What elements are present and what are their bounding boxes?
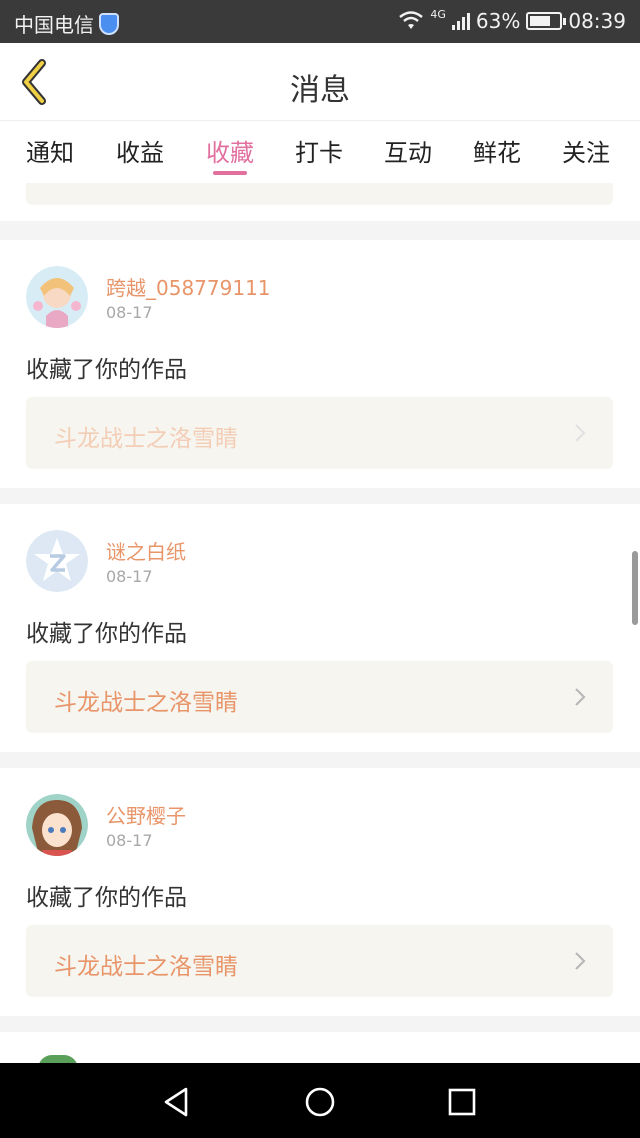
timestamp: 08-17: [106, 567, 153, 586]
username[interactable]: 跨越_058779111: [106, 272, 271, 301]
timestamp: 08-17: [106, 831, 153, 850]
list-item: [0, 183, 640, 221]
work-link[interactable]: 斗龙战士之洛雪睛: [26, 925, 613, 997]
app-header: 消息: [0, 43, 640, 121]
tab-checkin[interactable]: 打卡: [295, 133, 343, 168]
username[interactable]: 谜之白纸: [106, 536, 186, 565]
tab-interaction[interactable]: 互动: [384, 133, 432, 168]
tab-earnings[interactable]: 收益: [116, 133, 164, 168]
work-link[interactable]: [26, 183, 613, 205]
wifi-icon: [399, 11, 424, 29]
user-avatar[interactable]: [26, 266, 88, 328]
system-nav-bar: [0, 1063, 640, 1138]
nav-recent-apps-icon[interactable]: [445, 1085, 479, 1119]
work-link[interactable]: 斗龙战士之洛雪睛: [26, 661, 613, 733]
signal-icon: [451, 12, 470, 30]
work-title: 斗龙战士之洛雪睛: [54, 426, 238, 452]
scrollbar[interactable]: [632, 551, 638, 625]
list-item: 公野樱子 08-17 收藏了你的作品 斗龙战士之洛雪睛: [0, 768, 640, 1016]
chevron-right-icon: [575, 688, 586, 706]
tab-favorites[interactable]: 收藏: [206, 133, 254, 168]
message-text: 收藏了你的作品: [26, 885, 187, 911]
battery-percent: 63%: [475, 9, 521, 33]
status-bar: 中国电信 4G 63% 08:39: [0, 0, 640, 43]
network-type: 4G: [430, 7, 446, 21]
chevron-right-icon: [575, 424, 586, 442]
active-tab-indicator: [213, 171, 247, 175]
user-avatar[interactable]: [26, 530, 88, 592]
tab-bar: 通知 收益 收藏 打卡 互动 鲜花 关注: [0, 121, 640, 183]
list-item: 谜之白纸 08-17 收藏了你的作品 斗龙战士之洛雪睛: [0, 504, 640, 752]
work-title: 斗龙战士之洛雪睛: [54, 690, 238, 716]
nav-back-icon[interactable]: [160, 1085, 194, 1119]
tab-flowers[interactable]: 鲜花: [473, 133, 521, 168]
tab-notice[interactable]: 通知: [26, 133, 74, 168]
chevron-right-icon: [575, 952, 586, 970]
username[interactable]: 公野樱子: [106, 800, 186, 829]
work-link[interactable]: 斗龙战士之洛雪睛: [26, 397, 613, 469]
nav-home-icon[interactable]: [303, 1085, 337, 1119]
page-title: 消息: [290, 73, 350, 108]
timestamp: 08-17: [106, 303, 153, 322]
list-item: 跨越_058779111 08-17 收藏了你的作品 斗龙战士之洛雪睛: [0, 240, 640, 488]
message-text: 收藏了你的作品: [26, 357, 187, 383]
security-shield-icon: [99, 12, 119, 35]
carrier-label: 中国电信: [14, 13, 94, 37]
list-item: [0, 1032, 640, 1063]
message-text: 收藏了你的作品: [26, 621, 187, 647]
work-title: 斗龙战士之洛雪睛: [54, 954, 238, 980]
message-list: 跨越_058779111 08-17 收藏了你的作品 斗龙战士之洛雪睛 谜之白纸…: [0, 183, 640, 1063]
user-avatar[interactable]: [26, 794, 88, 856]
clock: 08:39: [568, 9, 626, 33]
battery-icon: [526, 12, 567, 30]
tab-following[interactable]: 关注: [562, 133, 610, 168]
